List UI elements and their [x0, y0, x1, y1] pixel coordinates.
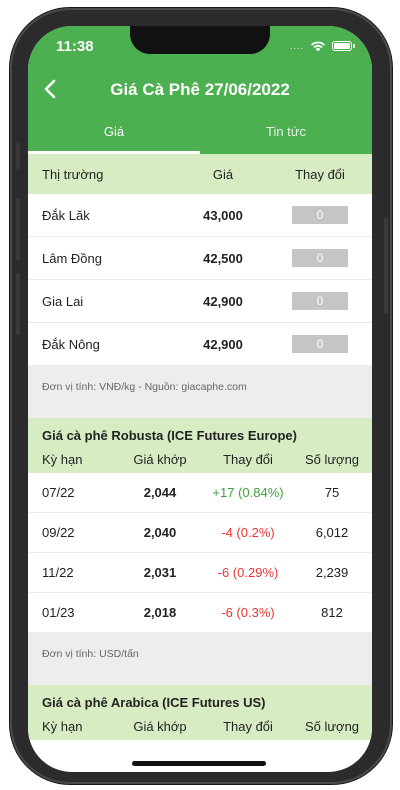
change-value: +17 (0.84%): [212, 485, 284, 500]
table-row: 07/22 2,044 +17 (0.84%) 75: [28, 473, 372, 513]
match-price: 2,031: [143, 565, 177, 580]
market-name: Gia Lai: [42, 293, 84, 309]
change-value: -6 (0.29%): [217, 565, 279, 580]
col-volume: Số lượng: [304, 452, 360, 467]
arabica-section-header: Giá cà phê Arabica (ICE Futures US) Kỳ h…: [28, 685, 372, 740]
table-row: 11/22 2,031 -6 (0.29%) 2,239: [28, 553, 372, 593]
tab-news-label: Tin tức: [265, 124, 306, 139]
status-icons: ....: [289, 40, 355, 52]
domestic-table-header: Thị trường Giá Thay đổi: [28, 154, 372, 194]
screen: 11:38 .... Giá Cà Phê 27/06/2022 Giá Tin…: [28, 26, 372, 772]
term: 07/22: [42, 485, 75, 500]
notch: [130, 26, 270, 54]
col-change: Thay đổi: [223, 452, 273, 467]
volume: 2,239: [315, 565, 349, 580]
volume-up-button: [16, 198, 20, 260]
tab-price-label: Giá: [103, 124, 125, 139]
market-price: 42,900: [203, 336, 243, 352]
tab-price[interactable]: Giá: [28, 122, 200, 154]
table-row: 09/22 2,040 -4 (0.2%) 6,012: [28, 513, 372, 553]
page-title: Giá Cà Phê 27/06/2022: [110, 80, 290, 99]
term: 09/22: [42, 525, 75, 540]
col-match-price: Giá khớp: [133, 719, 187, 734]
market-price: 42,900: [203, 293, 243, 309]
change-badge: 0: [292, 206, 348, 224]
arabica-title: Giá cà phê Arabica (ICE Futures US): [42, 695, 266, 710]
market-price: 42,500: [203, 250, 243, 266]
table-row: Đắk Nông 42,900 0: [28, 323, 372, 366]
home-indicator[interactable]: [132, 761, 266, 766]
match-price: 2,044: [143, 485, 177, 500]
change-badge: 0: [292, 249, 348, 267]
arabica-columns: Kỳ hạn Giá khớp Thay đổi Số lượng: [28, 719, 372, 734]
mute-switch: [16, 143, 20, 169]
col-term: Kỳ hạn: [42, 452, 83, 467]
table-row: Lâm Đồng 42,500 0: [28, 237, 372, 280]
market-name: Lâm Đồng: [42, 250, 102, 266]
volume-down-button: [16, 273, 20, 335]
volume: 6,012: [315, 525, 349, 540]
term: 11/22: [42, 565, 74, 580]
robusta-section-header: Giá cà phê Robusta (ICE Futures Europe) …: [28, 418, 372, 473]
col-term: Kỳ hạn: [42, 719, 83, 734]
col-match-price: Giá khớp: [133, 452, 187, 467]
robusta-unit-note: Đơn vị tính: USD/tấn: [28, 633, 372, 685]
market-name: Đắk Nông: [42, 336, 100, 352]
table-row: Đắk Lăk 43,000 0: [28, 194, 372, 237]
col-price: Giá: [212, 166, 234, 182]
status-time: 11:38: [56, 38, 94, 55]
col-volume: Số lượng: [304, 719, 360, 734]
table-row: 01/23 2,018 -6 (0.3%) 812: [28, 593, 372, 633]
col-market: Thị trường: [42, 166, 104, 182]
change-badge: 0: [292, 335, 348, 353]
col-change: Thay đổi: [223, 719, 273, 734]
signal-icon: ....: [289, 41, 304, 51]
match-price: 2,018: [143, 605, 177, 620]
tab-news[interactable]: Tin tức: [200, 122, 372, 154]
robusta-columns: Kỳ hạn Giá khớp Thay đổi Số lượng: [28, 452, 372, 467]
battery-icon: [332, 41, 355, 51]
change-value: -6 (0.3%): [221, 605, 275, 620]
market-name: Đắk Lăk: [42, 207, 90, 223]
market-price: 43,000: [203, 207, 243, 223]
term: 01/23: [42, 605, 75, 620]
robusta-title: Giá cà phê Robusta (ICE Futures Europe): [42, 428, 297, 443]
power-button: [384, 218, 388, 314]
table-row: Gia Lai 42,900 0: [28, 280, 372, 323]
tab-active-indicator: [28, 151, 200, 154]
change-badge: 0: [292, 292, 348, 310]
wifi-icon: [311, 41, 325, 52]
domestic-unit-note: Đơn vị tính: VNĐ/kg - Nguồn: giacaphe.co…: [28, 366, 372, 418]
volume: 75: [324, 485, 340, 500]
change-value: -4 (0.2%): [221, 525, 275, 540]
volume: 812: [321, 605, 343, 620]
tab-bar: Giá Tin tức: [28, 122, 372, 154]
match-price: 2,040: [143, 525, 177, 540]
col-change: Thay đổi: [295, 166, 345, 182]
